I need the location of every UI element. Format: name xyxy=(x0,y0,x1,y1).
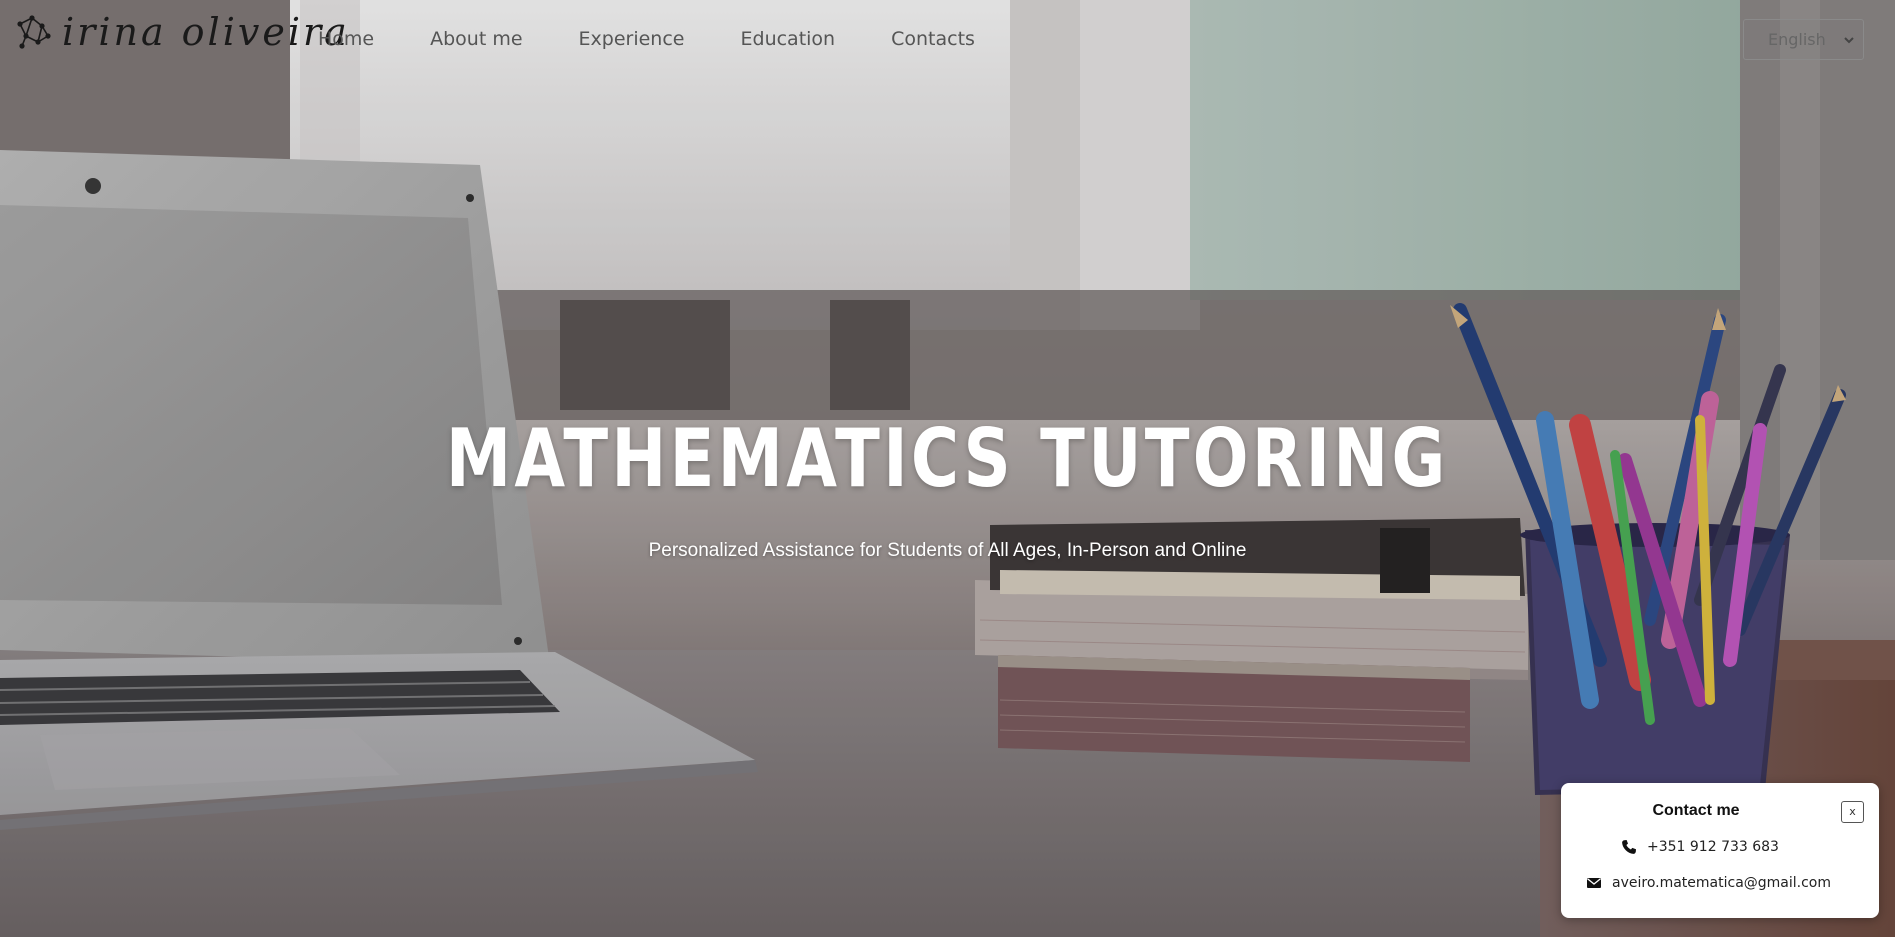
contact-email-address: aveiro.matematica@gmail.com xyxy=(1612,875,1832,891)
nav-item-contacts[interactable]: Contacts xyxy=(891,28,975,50)
language-select-value: English xyxy=(1768,30,1826,49)
contact-phone-number: +351 912 733 683 xyxy=(1647,839,1779,855)
phone-icon xyxy=(1622,840,1636,854)
constellation-logo-icon xyxy=(17,15,51,49)
brand-name: irina oliveira xyxy=(62,10,350,54)
nav-item-about-me[interactable]: About me xyxy=(430,28,522,50)
nav-menu: Home About me Experience Education Conta… xyxy=(318,28,975,50)
contact-popup: Contact me x +351 912 733 683 aveiro.mat… xyxy=(1561,783,1879,918)
hero-subtitle: Personalized Assistance for Students of … xyxy=(648,540,1247,561)
envelope-icon xyxy=(1587,878,1601,888)
nav-item-home[interactable]: Home xyxy=(318,28,374,50)
chevron-down-icon xyxy=(1844,36,1854,43)
contact-email[interactable]: aveiro.matematica@gmail.com xyxy=(1586,875,1831,891)
close-button[interactable]: x xyxy=(1841,801,1864,823)
nav-item-education[interactable]: Education xyxy=(741,28,836,50)
hero-title: MATHEMATICS TUTORING xyxy=(445,412,1449,505)
brand-logo[interactable]: irina oliveira xyxy=(14,12,350,52)
contact-popup-title: Contact me xyxy=(1652,802,1740,819)
hero-section: irina oliveira Home About me Experience … xyxy=(0,0,1895,937)
contact-phone[interactable]: +351 912 733 683 xyxy=(1621,839,1779,855)
language-select[interactable]: English xyxy=(1743,19,1864,60)
navbar: irina oliveira Home About me Experience … xyxy=(0,0,1895,80)
nav-item-experience[interactable]: Experience xyxy=(579,28,685,50)
